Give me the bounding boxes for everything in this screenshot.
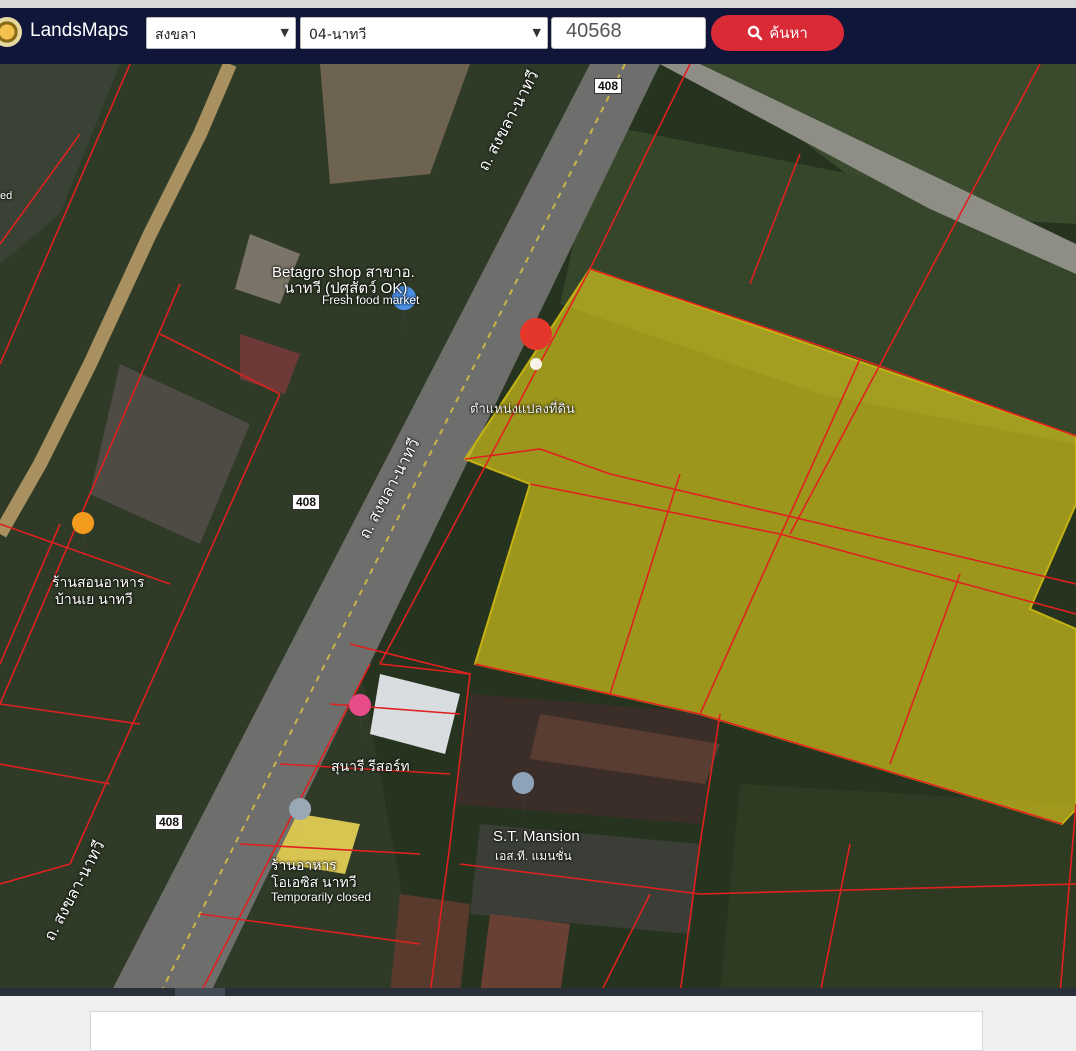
- scrollbar-thumb[interactable]: [175, 988, 225, 996]
- poi-mansion-name[interactable]: S.T. Mansion: [493, 828, 580, 845]
- route-408-shield: 408: [292, 494, 321, 510]
- search-button-label: ค้นหา: [769, 24, 808, 42]
- poi-restaurant-2-status: Temporarily closed: [271, 890, 372, 904]
- poi-betagro-type: Fresh food market: [322, 293, 420, 307]
- route-408-shield: 408: [155, 814, 184, 830]
- top-strip: [0, 0, 1076, 8]
- satellite-map[interactable]: ถ. สงขลา-นาทวี ถ. สงขลา-นาทวี ถ. สงขลา-น…: [0, 64, 1076, 994]
- district-value: 04-นาทวี: [309, 27, 367, 43]
- route-408-shield: 408: [594, 78, 623, 94]
- poi-mansion-name-th: เอส.ที. แมนชั่น: [495, 849, 572, 863]
- poi-restaurant-1-line2[interactable]: บ้านเย นาทวี: [55, 589, 133, 611]
- poi-resort-name[interactable]: สุนารี รีสอร์ท: [331, 756, 410, 778]
- chevron-down-icon: ▼: [280, 26, 289, 39]
- search-button[interactable]: ค้นหา: [711, 15, 844, 51]
- chevron-down-icon: ▼: [532, 26, 541, 39]
- province-value: สงขลา: [155, 27, 197, 43]
- district-select[interactable]: 04-นาทวี ▼: [300, 17, 548, 49]
- parcel-number-input[interactable]: 40568: [551, 17, 706, 49]
- landsmaps-logo: [0, 17, 22, 47]
- province-select[interactable]: สงขลา ▼: [146, 17, 296, 49]
- edge-text: ed: [0, 190, 13, 202]
- brand-name: LandsMaps: [30, 20, 129, 41]
- header-bar: LandsMaps สงขลา ▼ 04-นาทวี ▼ 40568 ค้นหา: [0, 8, 1076, 64]
- map-scrollbar[interactable]: [0, 988, 1076, 996]
- search-icon: [747, 25, 763, 41]
- pin-label: ตำแหน่งแปลงที่ดิน: [470, 401, 575, 416]
- bottom-panel: [90, 1011, 983, 1051]
